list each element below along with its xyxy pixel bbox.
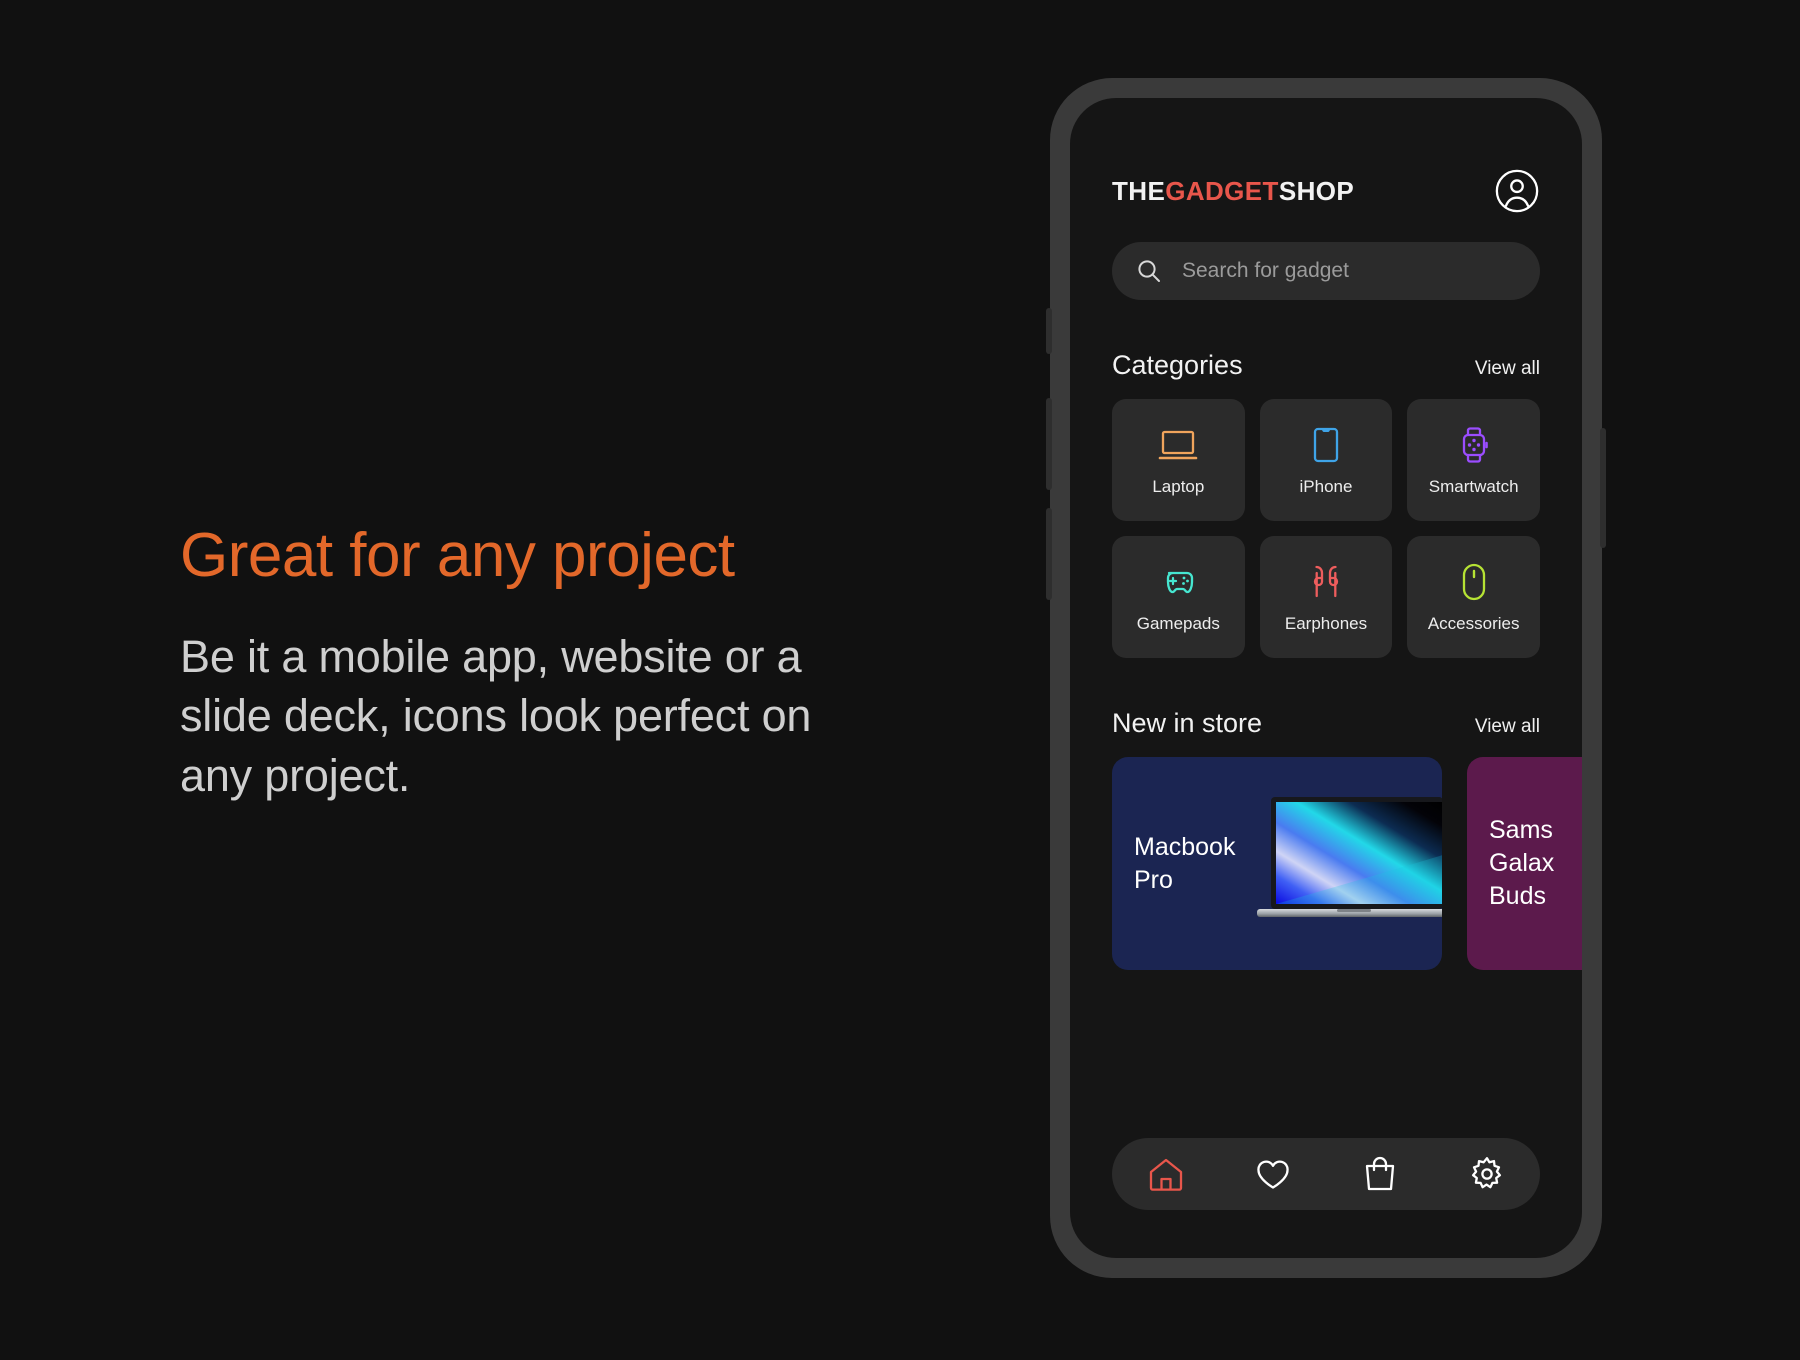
search-icon [1138, 260, 1160, 282]
user-circle-icon[interactable] [1494, 168, 1540, 214]
search-bar[interactable] [1112, 242, 1540, 300]
category-card-laptop[interactable]: Laptop [1112, 399, 1245, 521]
category-label: Gamepads [1136, 614, 1220, 633]
laptop-icon [1159, 430, 1198, 460]
screenshot-root: Great for any project Be it a mobile app… [0, 0, 1800, 1360]
category-label: Earphones [1284, 614, 1368, 633]
section-title-new-in-store: New in store [1112, 708, 1263, 738]
smartphone-icon [1313, 427, 1339, 463]
search-section [1070, 214, 1582, 300]
store-card-title: Macbook Pro [1134, 832, 1236, 894]
phone-volume-down-button[interactable] [1046, 508, 1052, 600]
gamepad-icon [1167, 571, 1194, 594]
category-card-accessories[interactable]: Accessories [1407, 536, 1540, 658]
categories-section-header: Categories View all [1070, 350, 1582, 381]
category-label: Smartwatch [1428, 477, 1519, 496]
logo-part-gadget: GADGET [1165, 175, 1279, 206]
smartwatch-icon [1462, 427, 1488, 463]
category-card-smartwatch[interactable]: Smartwatch [1407, 399, 1540, 521]
heart-icon[interactable] [1252, 1153, 1294, 1195]
store-card-macbook-pro[interactable]: Macbook Pro [1112, 757, 1442, 970]
promo-heading: Great for any project [180, 521, 735, 590]
app-header: THEGADGETSHOP [1070, 98, 1582, 214]
category-card-gamepads[interactable]: Gamepads [1112, 536, 1245, 658]
new-in-store-carousel[interactable]: Macbook Pro Sams Galax Buds [1070, 757, 1582, 970]
bottom-navigation-bar [1112, 1138, 1540, 1210]
category-label: iPhone [1299, 477, 1353, 496]
app-logo[interactable]: THEGADGETSHOP [1112, 176, 1354, 207]
shopping-bag-icon[interactable] [1359, 1153, 1401, 1195]
phone-mockup-frame: THEGADGETSHOP Search for gadget Categori… [1046, 78, 1606, 1278]
categories-grid: Laptop iPhone Smartwatch Gamepads Earpho… [1070, 399, 1582, 658]
gear-icon[interactable] [1466, 1153, 1508, 1195]
logo-part-the: THE [1112, 175, 1166, 206]
phone-mute-switch[interactable] [1046, 308, 1052, 354]
phone-power-button[interactable] [1600, 428, 1606, 548]
category-card-iphone[interactable]: iPhone [1259, 399, 1393, 521]
promo-block: Great for any project Be it a mobile app… [180, 525, 880, 805]
store-card-title: Sams Galax Buds [1489, 816, 1555, 910]
macbook-pro-photo [1257, 797, 1442, 917]
logo-part-shop: SHOP [1278, 175, 1355, 206]
home-icon[interactable] [1145, 1153, 1187, 1195]
section-title-categories: Categories [1112, 350, 1243, 380]
view-all-categories-link[interactable]: View all [1475, 358, 1540, 380]
promo-body: Be it a mobile app, website or a slide d… [180, 631, 812, 801]
view-all-new-in-store-link[interactable]: View all [1475, 716, 1540, 738]
category-label: Accessories [1427, 614, 1520, 633]
earbuds-icon [1313, 565, 1339, 598]
search-input[interactable] [1182, 259, 1516, 283]
category-card-earphones[interactable]: Earphones [1259, 536, 1393, 658]
category-label: Laptop [1152, 477, 1205, 496]
new-in-store-section-header: New in store View all [1070, 708, 1582, 739]
mouse-icon [1462, 563, 1485, 601]
phone-volume-up-button[interactable] [1046, 398, 1052, 490]
phone-screen: THEGADGETSHOP Search for gadget Categori… [1070, 98, 1582, 1258]
store-card-samsung-galaxy-buds[interactable]: Sams Galax Buds [1467, 757, 1582, 970]
